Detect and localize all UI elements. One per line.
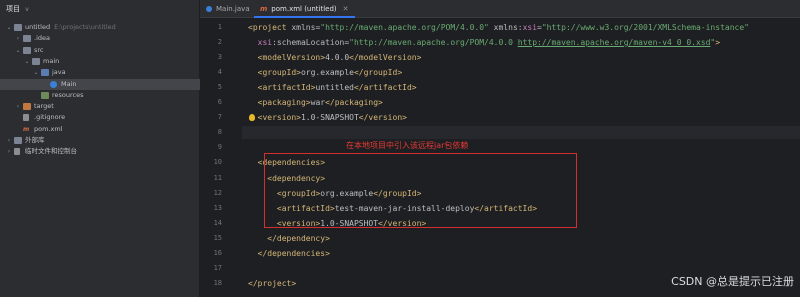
tab-label: Main.java [216,5,250,13]
tree-item-label: untitled E:\projects\untitled [25,23,116,31]
tab-pom-xml[interactable]: m pom.xml (untitled) ✕ [254,0,355,18]
line-number: 13 [213,203,222,212]
tree-item-label: .idea [34,34,50,43]
tree-item-label: .gitignore [34,113,66,122]
close-icon[interactable]: ✕ [343,5,349,13]
tree-item[interactable]: ⌄ java [0,67,200,78]
tree-item-label: src [34,45,44,54]
line-number: 10 [213,158,222,167]
tree-item[interactable]: m pom.xml [0,124,200,135]
project-path: E:\projects\untitled [54,23,116,31]
chevron-down-icon[interactable]: v [25,6,29,13]
line-number: 8 [217,128,222,137]
chevron-down-icon[interactable]: ⌄ [33,67,39,78]
resources-folder-icon [41,91,49,99]
chevron-right-icon[interactable]: › [6,146,12,157]
code-line: <artifactId>untitled</artifactId> [248,83,417,93]
scratch-icon [14,148,20,156]
file-icon [23,114,29,122]
tree-item-label: pom.xml [34,124,63,133]
tree-item[interactable]: › 外部库 [0,135,200,146]
folder-icon [32,57,40,65]
code-line: </dependencies> [248,248,330,258]
tree-item-label: resources [52,90,84,99]
tab-label: pom.xml (untitled) [271,5,337,13]
line-number: 4 [217,68,222,77]
tree-item[interactable]: resources [0,90,200,101]
library-icon [14,137,22,144]
tab-main-java[interactable]: Main.java [200,0,256,18]
chevron-right-icon[interactable]: › [15,101,21,112]
tree-item-label: main [43,56,60,65]
current-line-highlight [242,126,800,140]
line-number: 15 [213,233,222,242]
code-line: </dependency> [248,233,330,243]
line-number: 7 [217,113,222,122]
project-tool-window: 项目 v ⌄ untitled E:\projects\untitled › .idea… [0,0,200,297]
folder-icon [23,35,31,43]
folder-icon [23,46,31,54]
line-number: 17 [213,263,222,272]
chevron-down-icon[interactable]: ⌄ [24,56,30,67]
folder-icon [14,24,22,31]
watermark: CSDN @总是提示已注册 [671,275,794,288]
project-panel-title: 项目 [6,5,20,13]
intention-bulb-icon[interactable] [249,114,255,122]
chevron-down-icon[interactable]: ⌄ [15,45,21,56]
line-number: 12 [213,188,222,197]
line-number: 14 [213,218,222,227]
tree-item[interactable]: Main [0,78,200,90]
line-number: 11 [213,173,222,182]
maven-icon: m [23,125,30,133]
line-number: 18 [213,278,222,287]
maven-icon: m [260,5,268,13]
line-number: 6 [217,98,222,107]
tree-item-label: 外部库 [25,136,45,144]
chevron-down-icon[interactable]: ⌄ [6,22,12,33]
line-number: 16 [213,248,222,257]
tree-item[interactable]: .gitignore [0,112,200,123]
class-icon [206,6,212,12]
line-number: 2 [217,38,222,47]
line-number: 9 [217,143,222,152]
class-icon [50,80,57,88]
target-folder-icon [23,103,31,111]
code-line: <modelVersion>4.0.0</modelVersion> [248,53,422,63]
tree-item[interactable]: ⌄ main [0,56,200,67]
annotation-box [264,153,577,228]
code-line: xsi:schemaLocation="http://maven.apache.… [257,38,721,48]
line-number: 1 [217,23,222,31]
tree-item[interactable]: › .idea [0,33,200,44]
source-folder-icon [41,69,49,77]
tree-item-label: java [52,68,66,77]
tree-item[interactable]: ⌄ src [0,45,200,56]
code-line: <groupId>org.example</groupId> [248,68,403,78]
code-line: </project> [248,278,297,288]
tree-item-label: Main [61,79,77,88]
chevron-right-icon[interactable]: › [15,33,21,44]
code-line: <project xmlns="http://maven.apache.org/… [248,23,749,32]
editor-tab-bar: Main.java m pom.xml (untitled) ✕ [200,0,800,18]
project-panel-header[interactable]: 项目 v [0,0,199,18]
chevron-right-icon[interactable]: › [6,135,12,146]
code-line: <version>1.0-SNAPSHOT</version> [248,113,407,123]
tree-item[interactable]: › target [0,101,200,112]
code-line: <packaging>war</packaging> [248,98,383,108]
tree-item[interactable]: › 临时文件和控制台 [0,146,200,157]
line-number: 5 [217,83,222,92]
annotation-text: 在本地项目中引入该远程jar包依赖 [346,141,469,150]
tree-item-label: 临时文件和控制台 [25,147,77,156]
tree-item-label: target [34,102,54,111]
tree-item[interactable]: ⌄ untitled E:\projects\untitled [0,22,200,33]
line-number: 3 [217,53,222,62]
